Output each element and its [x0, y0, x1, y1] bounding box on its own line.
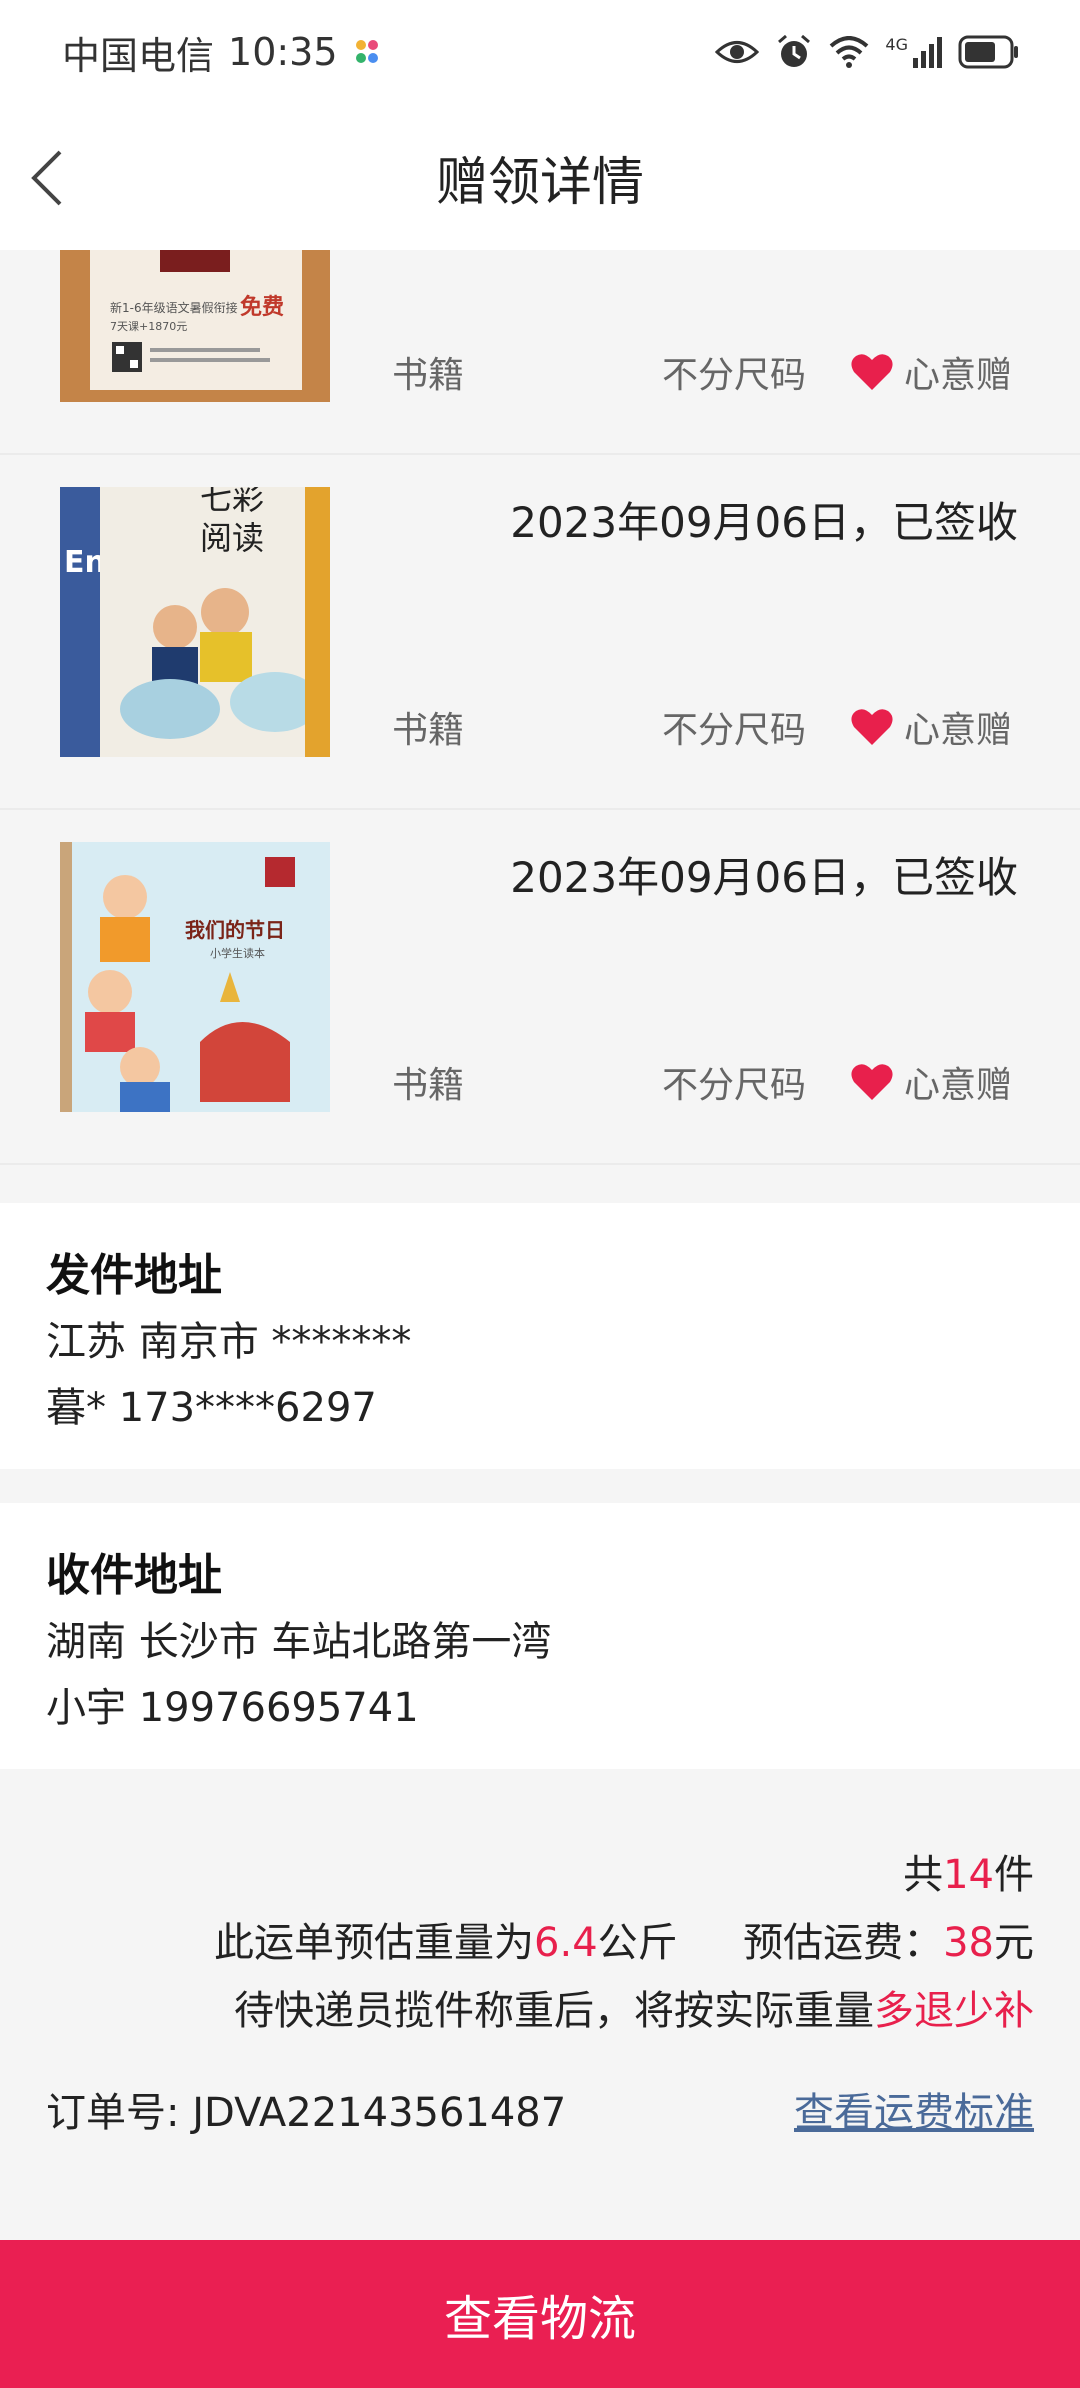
item-date: 2023年09月06日，已签收 [510, 498, 1018, 547]
weight-fee-line: 此运单预估重量为6.4公斤 预估运费：38元 [214, 1910, 1034, 1968]
gift-type: 心意赠 [850, 701, 1012, 753]
item-size: 不分尺码 [662, 355, 807, 396]
list-item[interactable]: 新1-6年级语文暑假衔接 免费 7天课+1870元 书籍 不分尺码 心意赠 [0, 250, 1080, 455]
svg-text:阅读: 阅读 [200, 519, 264, 557]
heart-icon [851, 1064, 893, 1100]
sender-title: 发件地址 [46, 1250, 222, 1301]
status-bar: 中国电信 10:35 4G [0, 0, 1080, 104]
heart-icon [851, 354, 893, 390]
network-type: 4G [885, 34, 908, 54]
list-item[interactable]: En 七彩 阅读 2023年09月06日，已签收 书籍 不分尺码 心意赠 [0, 455, 1080, 810]
count-prefix: 共 [903, 1852, 944, 1898]
back-arrow-icon[interactable] [26, 148, 76, 208]
item-thumbnail: 新1-6年级语文暑假衔接 免费 7天课+1870元 [60, 250, 330, 402]
page-title: 赠领详情 [435, 152, 644, 213]
signal-icon [913, 37, 942, 68]
book-cover-image: 我们的节日 小学生读本 [60, 842, 330, 1112]
svg-text:免费: 免费 [240, 294, 284, 320]
weight-prefix: 此运单预估重量为 [214, 1920, 535, 1966]
svg-text:七彩: 七彩 [200, 487, 264, 517]
item-category: 书籍 [392, 355, 465, 396]
view-logistics-label: 查看物流 [443, 2291, 636, 2347]
item-size: 不分尺码 [662, 1065, 807, 1106]
heart-icon [851, 709, 893, 745]
svg-text:我们的节日: 我们的节日 [185, 918, 285, 942]
item-category: 书籍 [392, 710, 465, 751]
app-notification-icon [355, 40, 378, 63]
note-prefix: 待快递员揽件称重后，将按实际重量 [234, 1988, 874, 2034]
list-item[interactable]: 我们的节日 小学生读本 2023年09月06日，已签收 书籍 不分尺码 心意赠 [0, 810, 1080, 1165]
sender-address: 江苏 南京市 ******* [46, 1319, 412, 1365]
fee-standard-link[interactable]: 查看运费标准 [794, 2080, 1034, 2138]
receiver-title: 收件地址 [46, 1550, 222, 1601]
book-cover-image: En 七彩 阅读 [60, 487, 330, 757]
battery-icon [958, 35, 1018, 69]
receiver-address-section: 收件地址 湖南 长沙市 车站北路第一湾 小宇 19976695741 [0, 1503, 1080, 1769]
sender-address-section: 发件地址 江苏 南京市 ******* 暮* 173****6297 [0, 1203, 1080, 1469]
status-left: 中国电信 10:35 [62, 25, 382, 80]
svg-text:新1-6年级语文暑假衔接: 新1-6年级语文暑假衔接 [110, 300, 238, 315]
gift-label: 心意赠 [904, 710, 1013, 751]
carrier-name: 中国电信 [62, 33, 215, 78]
gift-type: 心意赠 [850, 1056, 1012, 1108]
item-thumbnail: 我们的节日 小学生读本 [60, 842, 330, 1112]
weight-unit: 公斤 [597, 1920, 678, 1966]
fee-value: 38 [943, 1920, 994, 1966]
fee-unit: 元 [994, 1920, 1034, 1966]
svg-text:小学生读本: 小学生读本 [210, 946, 265, 960]
nav-bar: 赠领详情 [0, 104, 1080, 250]
clock: 10:35 [228, 30, 338, 74]
alarm-icon [778, 34, 811, 67]
svg-text:7天课+1870元: 7天课+1870元 [110, 320, 187, 333]
gift-type: 心意赠 [850, 346, 1012, 398]
eye-icon [715, 41, 760, 63]
wifi-icon [830, 36, 869, 68]
item-date: 2023年09月06日，已签收 [510, 853, 1018, 902]
status-right: 4G [715, 33, 1020, 71]
item-size: 不分尺码 [662, 710, 807, 751]
fee-prefix: 预估运费： [743, 1920, 944, 1966]
count-value: 14 [943, 1852, 994, 1898]
note-highlight: 多退少补 [874, 1988, 1034, 2034]
sender-contact: 暮* 173****6297 [46, 1385, 377, 1431]
order-number: 订单号: JDVA22143561487 [46, 2080, 566, 2138]
svg-text:En: En [64, 545, 106, 580]
item-category: 书籍 [392, 1065, 465, 1106]
view-logistics-button[interactable]: 查看物流 [0, 2240, 1080, 2388]
gift-label: 心意赠 [904, 355, 1013, 396]
weight-value: 6.4 [534, 1920, 598, 1966]
gift-label: 心意赠 [904, 1065, 1013, 1106]
book-cover-image: 新1-6年级语文暑假衔接 免费 7天课+1870元 [60, 250, 330, 402]
item-count: 共14件 [903, 1842, 1034, 1900]
receiver-address: 湖南 长沙市 车站北路第一湾 [46, 1619, 552, 1665]
order-value: JDVA22143561487 [192, 2090, 567, 2136]
weight-note: 待快递员揽件称重后，将按实际重量多退少补 [234, 1978, 1034, 2036]
receiver-contact: 小宇 19976695741 [46, 1685, 419, 1731]
item-thumbnail: En 七彩 阅读 [60, 487, 330, 757]
order-label: 订单号: [46, 2090, 193, 2136]
count-suffix: 件 [994, 1852, 1034, 1898]
shipping-summary: 共14件 此运单预估重量为6.4公斤 预估运费：38元 待快递员揽件称重后，将按… [0, 1770, 1080, 2240]
